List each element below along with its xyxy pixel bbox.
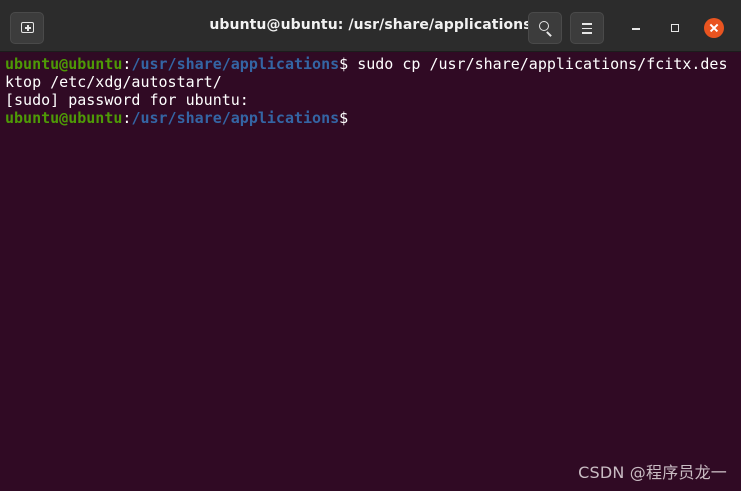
- prompt-symbol: $: [339, 55, 349, 73]
- terminal-line: [sudo] password for ubuntu:: [5, 91, 249, 109]
- terminal-line: ktop /etc/xdg/autostart/: [5, 73, 222, 91]
- watermark: CSDN @程序员龙一: [578, 463, 727, 482]
- terminal-line: ubuntu@ubuntu:/usr/share/applications$: [5, 109, 741, 127]
- minimize-icon: [632, 28, 640, 30]
- minimize-button[interactable]: [624, 16, 648, 40]
- prompt-symbol: $: [339, 109, 349, 127]
- prompt-path: /usr/share/applications: [131, 55, 340, 73]
- prompt-path: /usr/share/applications: [131, 109, 340, 127]
- command-text: sudo cp /usr/share/applications/fcitx.de…: [348, 55, 728, 73]
- terminal-line: ubuntu@ubuntu:/usr/share/applications$ s…: [5, 55, 741, 73]
- prompt-user-host: ubuntu@ubuntu: [5, 109, 123, 127]
- maximize-button[interactable]: [663, 16, 687, 40]
- menu-button[interactable]: [570, 12, 604, 44]
- terminal-window: ubuntu@ubuntu: /usr/share/applications u…: [0, 0, 741, 491]
- search-button[interactable]: [528, 12, 562, 44]
- terminal-output[interactable]: ubuntu@ubuntu:/usr/share/applications$ s…: [0, 52, 741, 491]
- prompt-user-host: ubuntu@ubuntu: [5, 55, 123, 73]
- close-button[interactable]: [704, 18, 724, 38]
- maximize-icon: [671, 24, 679, 32]
- title-bar[interactable]: ubuntu@ubuntu: /usr/share/applications: [0, 0, 741, 52]
